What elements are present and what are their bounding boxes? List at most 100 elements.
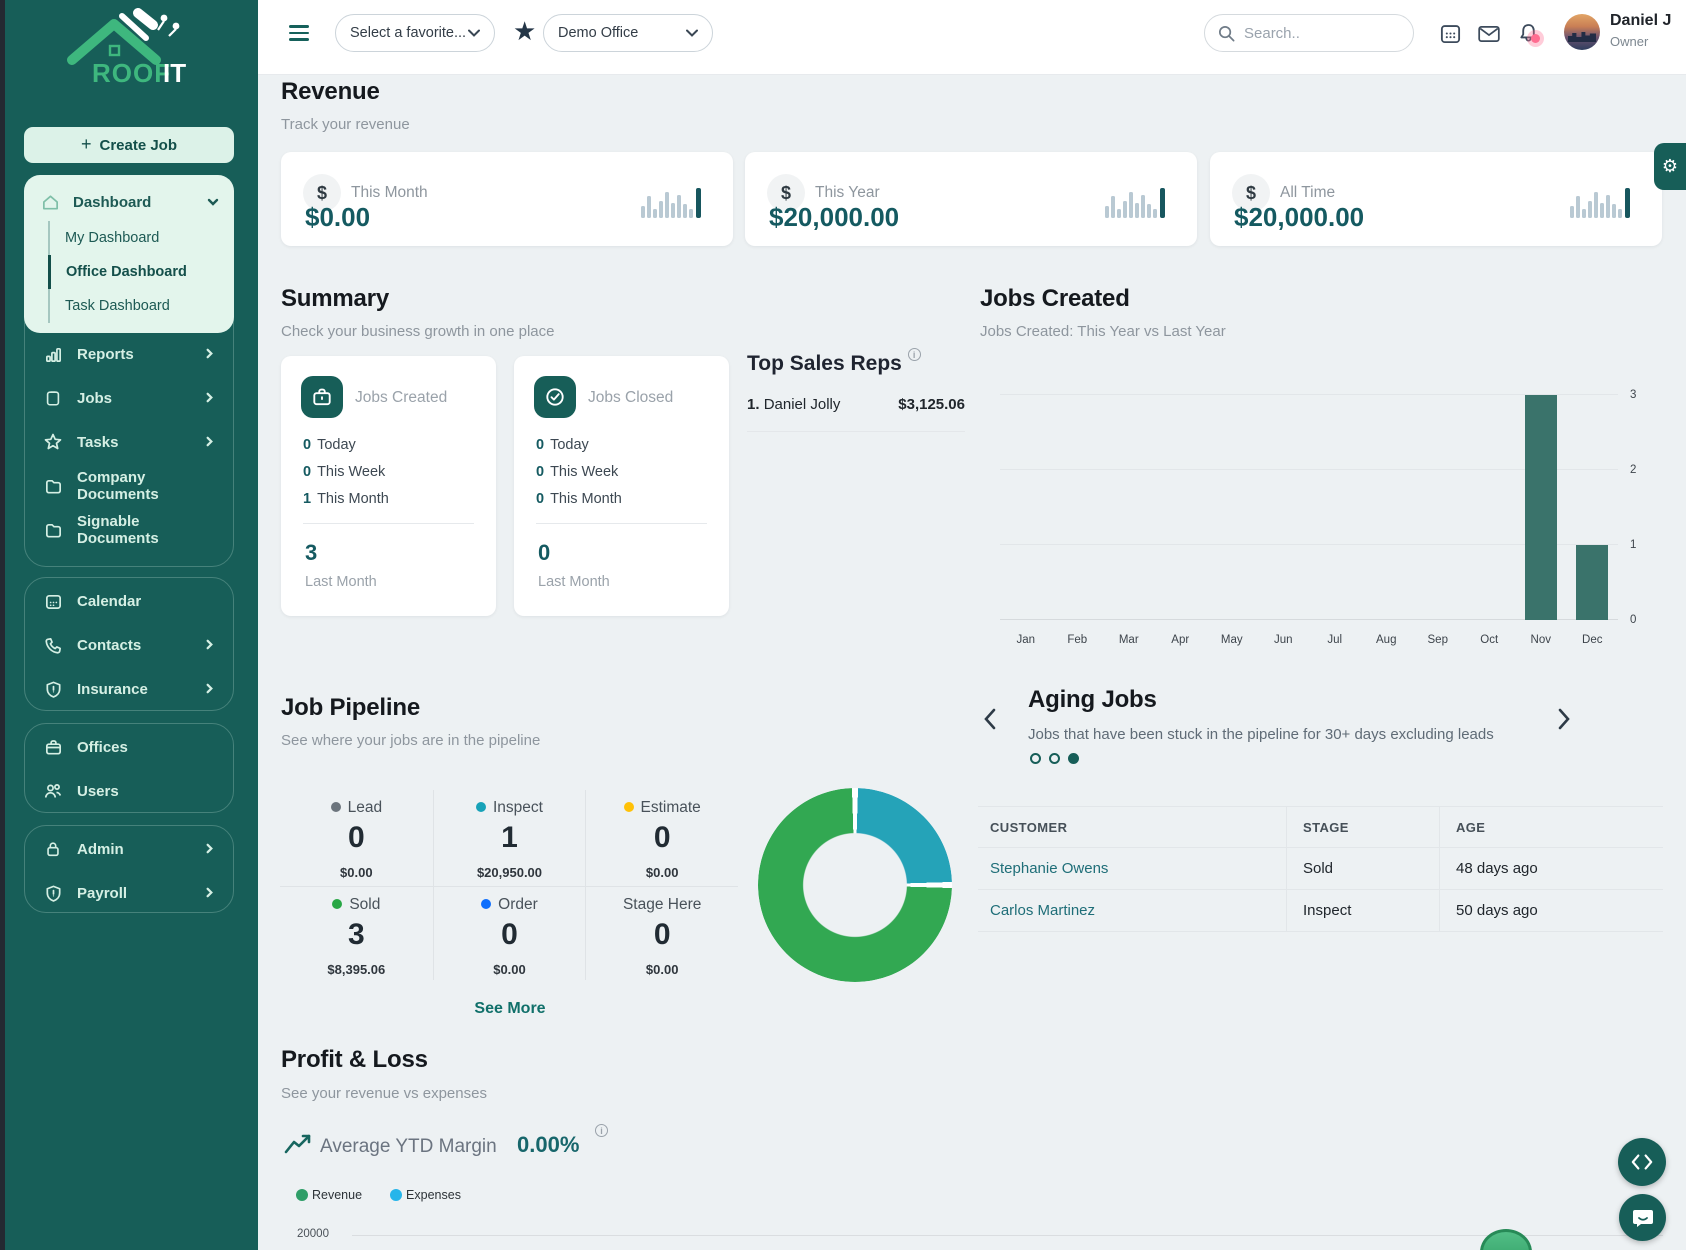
sidebar-group-org: Offices Users <box>24 723 234 813</box>
pipeline-stage-estimate: Estimate 0 $0.00 <box>585 790 738 886</box>
sidebar-item-calendar[interactable]: Calendar <box>25 579 233 623</box>
revenue-card-value: $0.00 <box>305 202 371 232</box>
summary-last-month-label: Last Month <box>305 574 377 590</box>
chat-launcher-button[interactable] <box>1619 1194 1666 1241</box>
logo-text-roof: ROOF <box>92 58 171 88</box>
search-input[interactable] <box>1244 24 1384 42</box>
x-axis-tick: Nov <box>1530 634 1551 646</box>
calendar-icon[interactable] <box>1439 22 1463 46</box>
age-cell: 48 days ago <box>1439 848 1663 890</box>
stage-cell: Sold <box>1286 848 1439 890</box>
sidebar-group-admin: Admin Payroll <box>24 825 234 913</box>
sidebar-item-users[interactable]: Users <box>25 769 233 813</box>
y-axis-tick: 3 <box>1630 389 1637 401</box>
shield-icon <box>43 883 63 903</box>
code-widget-button[interactable] <box>1618 1138 1666 1186</box>
top-sales-rep-row: 1. Daniel Jolly $3,125.06 <box>747 396 965 432</box>
sidebar-item-jobs[interactable]: Jobs <box>25 376 233 420</box>
chevron-right-icon <box>203 435 217 449</box>
favorite-select[interactable]: Select a favorite... <box>335 14 495 52</box>
search-icon <box>1218 25 1235 41</box>
carousel-prev-button[interactable] <box>980 706 1002 732</box>
sidebar-item-admin[interactable]: Admin <box>25 827 233 871</box>
sidebar-item-tasks[interactable]: Tasks <box>25 420 233 464</box>
rep-rank: 1. <box>747 396 760 413</box>
code-icon <box>1631 1154 1653 1170</box>
carousel-dot[interactable] <box>1049 753 1060 764</box>
pipeline-stage-sold: Sold 3 $8,395.06 <box>280 886 433 980</box>
chevron-right-icon <box>203 638 217 652</box>
sidebar-item-insurance[interactable]: Insurance <box>25 667 233 711</box>
sidebar-item-payroll[interactable]: Payroll <box>25 871 233 915</box>
inspect-dot-icon <box>476 802 486 812</box>
revenue-card-value: $20,000.00 <box>769 202 900 232</box>
search-box[interactable] <box>1204 14 1414 52</box>
x-axis-tick: Dec <box>1582 634 1603 646</box>
sidebar-item-reports[interactable]: Reports <box>25 332 233 376</box>
pipeline-stage-here: Stage Here 0 $0.00 <box>585 886 738 980</box>
briefcase-icon <box>43 737 63 757</box>
chevron-right-icon <box>203 347 217 361</box>
summary-row: 0 This Week <box>303 464 386 480</box>
office-select[interactable]: Demo Office <box>543 14 713 52</box>
x-axis-tick: Aug <box>1376 634 1397 646</box>
gridline <box>352 1235 1663 1236</box>
check-circle-icon <box>534 376 576 418</box>
y-axis-tick: 1 <box>1630 539 1637 551</box>
sidebar-item-dashboard[interactable]: Dashboard <box>24 183 234 221</box>
summary-row: 0 This Month <box>536 491 622 507</box>
chevron-down-icon <box>206 195 220 209</box>
lead-dot-icon <box>330 802 341 812</box>
summary-last-month-label: Last Month <box>538 574 610 590</box>
carousel-dot[interactable] <box>1030 753 1041 764</box>
calendar-icon <box>43 591 63 611</box>
trending-up-icon <box>284 1133 312 1162</box>
create-job-button[interactable]: + Create Job <box>24 127 234 163</box>
carousel-dot-active[interactable] <box>1068 753 1079 764</box>
bar-dec <box>1576 545 1609 620</box>
app-screen: ROOF IT + Create Job Dashboard My Dashbo… <box>0 0 1686 1250</box>
clipboard-icon <box>43 388 63 408</box>
job-pipeline-subtitle: See where your jobs are in the pipeline <box>281 732 541 749</box>
sidebar-item-signable-documents[interactable]: Signable Documents <box>25 508 233 552</box>
sidebar-item-company-documents[interactable]: Company Documents <box>25 464 233 508</box>
sidebar-item-contacts[interactable]: Contacts <box>25 623 233 667</box>
revenue-card-all-time: $ All Time $20,000.00 <box>1210 152 1662 246</box>
carousel-next-button[interactable] <box>1554 706 1576 732</box>
bar-nov <box>1524 395 1557 620</box>
favorite-star-icon[interactable]: ★ <box>513 18 536 44</box>
pipeline-donut-chart <box>758 788 952 982</box>
menu-toggle-button[interactable] <box>289 25 309 41</box>
revenue-card-label: This Month <box>351 184 428 201</box>
summary-row: 0 This Week <box>536 464 619 480</box>
customer-link[interactable]: Carlos Martinez <box>978 890 1286 932</box>
chevron-down-icon <box>468 29 480 37</box>
sidebar-item-task-dashboard[interactable]: Task Dashboard <box>48 289 234 323</box>
see-more-link[interactable]: See More <box>430 1000 590 1018</box>
column-header: CUSTOMER <box>978 807 1286 848</box>
plus-icon: + <box>80 133 92 154</box>
customer-link[interactable]: Stephanie Owens <box>978 848 1286 890</box>
user-avatar[interactable] <box>1564 14 1600 50</box>
jobs-created-summary-card: Jobs Created 0 Today 0 This Week 1 This Mon… <box>281 356 496 616</box>
column-header: STAGE <box>1286 807 1439 848</box>
profit-loss-legend: Revenue Expenses <box>296 1188 461 1202</box>
sidebar-item-offices[interactable]: Offices <box>25 725 233 769</box>
roofit-logo: ROOF IT <box>58 8 208 88</box>
dashboard-settings-button[interactable]: ⚙ <box>1654 143 1686 190</box>
x-axis-tick: Feb <box>1067 634 1088 646</box>
dashboard-section: Dashboard My Dashboard Office Dashboard … <box>24 175 234 333</box>
sparkline-icon <box>1570 188 1630 218</box>
sidebar-item-my-dashboard[interactable]: My Dashboard <box>48 221 234 255</box>
notifications-bell-icon[interactable] <box>1517 22 1541 46</box>
rep-amount: $3,125.06 <box>898 396 965 413</box>
jobs-created-xlabels: Jan Feb Mar Apr May Jun Jul Aug Sep Oct Nov Dec <box>1000 634 1618 646</box>
pipeline-stats-grid: Lead 0 $0.00 Inspect 1 $20,950.00 Estima… <box>280 790 738 980</box>
info-icon[interactable]: i <box>907 348 921 361</box>
mail-icon[interactable] <box>1477 22 1501 46</box>
x-axis-tick: Sep <box>1427 634 1448 646</box>
summary-last-month-value: 0 <box>538 540 551 565</box>
info-icon[interactable]: i <box>595 1124 608 1137</box>
topbar: Select a favorite... ★ Demo Office Danie… <box>258 0 1686 75</box>
sidebar-item-office-dashboard[interactable]: Office Dashboard <box>48 255 234 289</box>
